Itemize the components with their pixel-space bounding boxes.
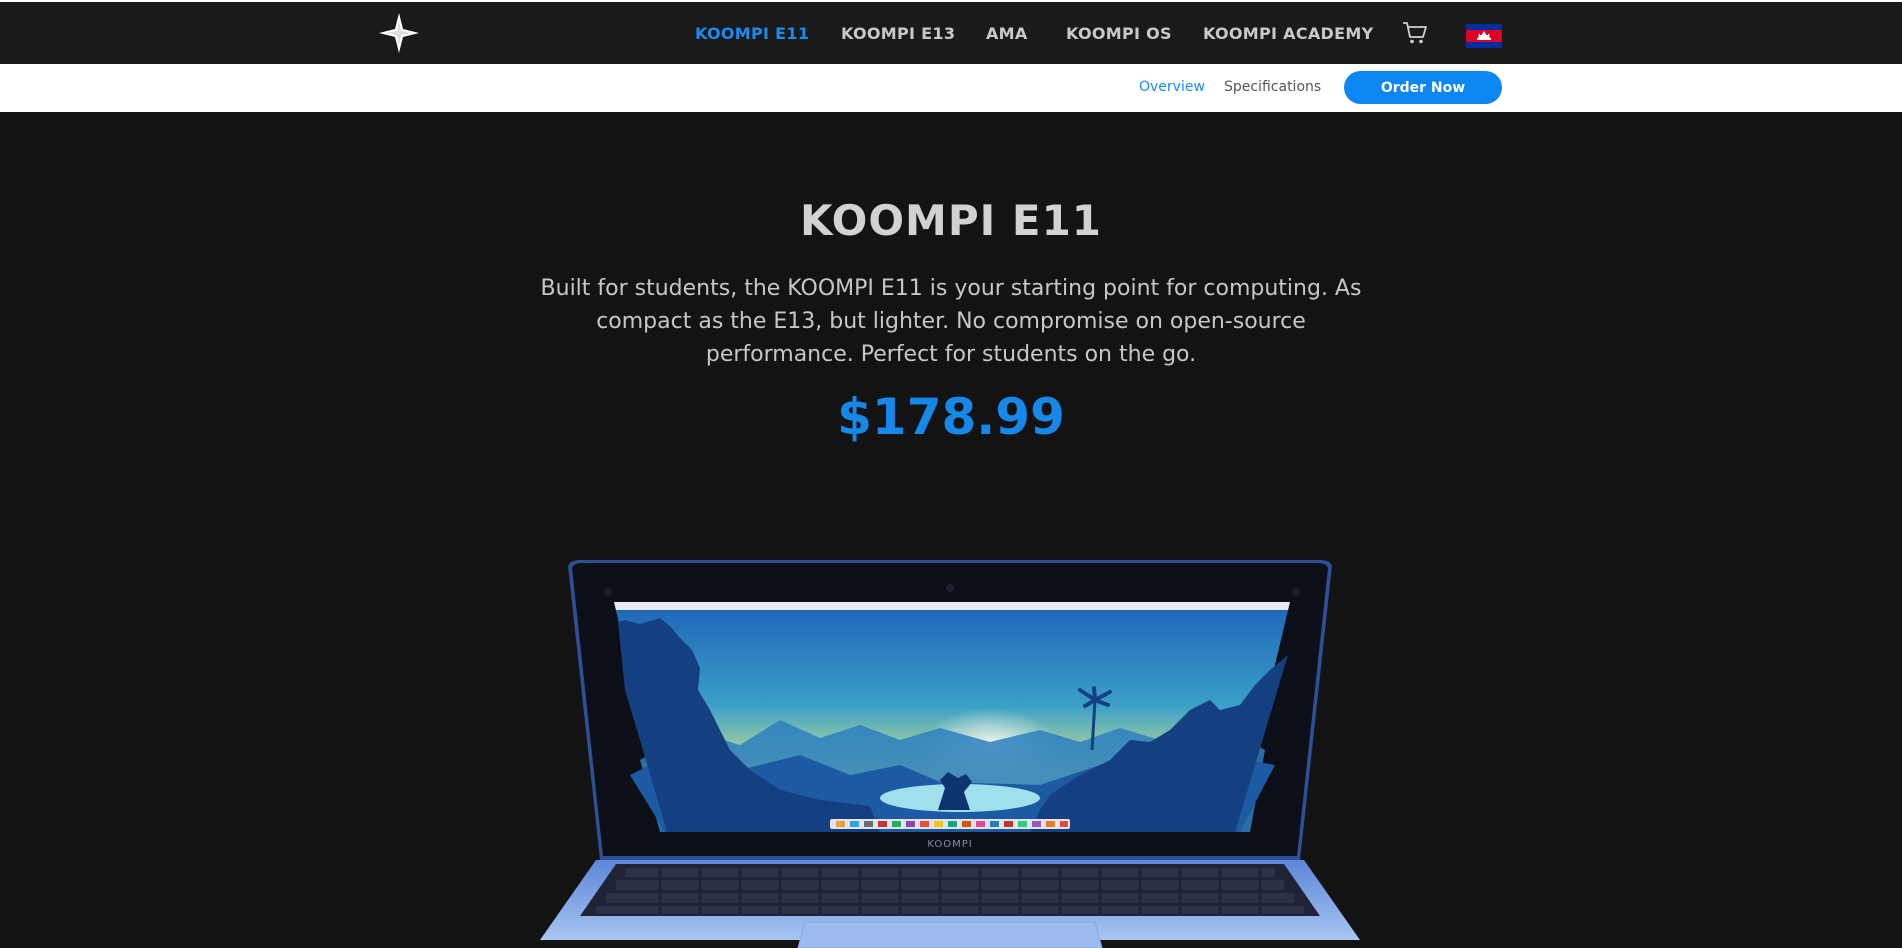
nav-ama[interactable]: AMA bbox=[986, 24, 1028, 43]
laptop-product-image: KOOMPI bbox=[540, 560, 1360, 948]
nav-koompi-e11[interactable]: KOOMPI E11 bbox=[695, 24, 809, 43]
product-description: Built for students, the KOOMPI E11 is yo… bbox=[540, 276, 1362, 367]
product-price: $178.99 bbox=[837, 388, 1065, 446]
nav-koompi-e13[interactable]: KOOMPI E13 bbox=[841, 24, 955, 43]
top-navigation-bar: KOOMPI E11 KOOMPI E13 AMA KOOMPI OS KOOM… bbox=[0, 0, 1902, 64]
cart-icon[interactable] bbox=[1402, 21, 1428, 45]
product-subnav: Overview Specifications Order Now bbox=[0, 64, 1902, 112]
cambodia-flag-icon[interactable] bbox=[1466, 24, 1502, 48]
order-now-button[interactable]: Order Now bbox=[1344, 71, 1502, 104]
subnav-overview-link[interactable]: Overview bbox=[1139, 79, 1205, 95]
product-title: KOOMPI E11 bbox=[799, 196, 1103, 245]
nav-koompi-academy[interactable]: KOOMPI ACADEMY bbox=[1203, 24, 1373, 43]
koompi-logo-icon[interactable] bbox=[378, 12, 420, 54]
subnav-specifications-link[interactable]: Specifications bbox=[1224, 79, 1321, 95]
laptop-brand-label: KOOMPI bbox=[927, 839, 972, 850]
nav-koompi-os[interactable]: KOOMPI OS bbox=[1066, 24, 1172, 43]
